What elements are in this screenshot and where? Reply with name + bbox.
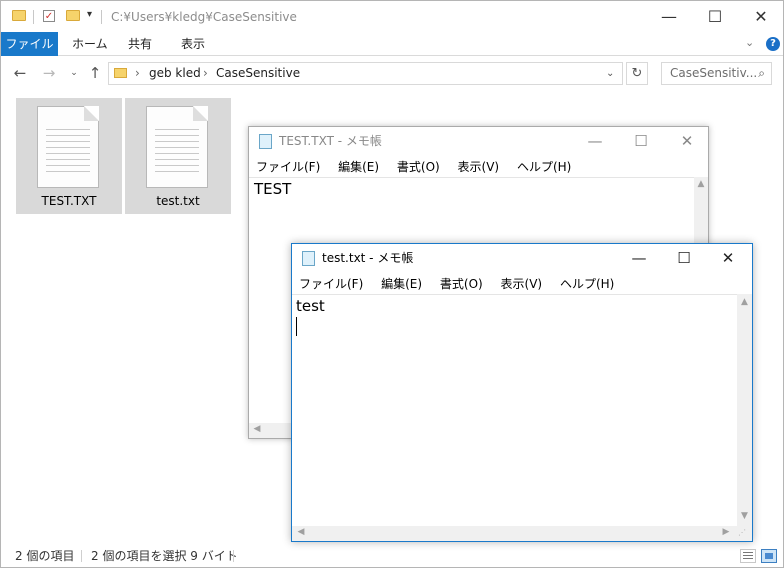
breadcrumb-item[interactable]: geb kled (149, 63, 201, 84)
minimize-button[interactable]: — (646, 1, 692, 32)
ribbon-tabs: ファイル ホーム 共有 表示 ⌄ ? (1, 32, 783, 56)
details-view-icon[interactable] (740, 549, 756, 563)
breadcrumb-item[interactable]: CaseSensitive (216, 63, 300, 84)
page-fold (193, 106, 208, 121)
notepad-menubar: ファイル(F) 編集(E) 書式(O) 表示(V) ヘルプ(H) (256, 157, 706, 177)
notepad-window-lower: test.txt - メモ帳 — ☐ ✕ ファイル(F) 編集(E) 書式(O)… (291, 243, 753, 542)
notepad-titlebar: TEST.TXT - メモ帳 — ☐ ✕ (249, 127, 708, 156)
divider (101, 10, 102, 24)
text-editor[interactable]: test (292, 294, 737, 526)
address-bar[interactable]: › geb kled › CaseSensitive ⌄ (108, 62, 623, 85)
page-fold (84, 106, 99, 121)
minimize-button[interactable]: — (573, 127, 617, 156)
close-button[interactable]: ✕ (738, 1, 784, 32)
scroll-up-icon[interactable]: ▲ (737, 297, 752, 307)
search-placeholder: CaseSensitiv... (670, 66, 758, 80)
customize-quick-access-icon[interactable]: ▾ (87, 9, 92, 20)
search-icon: ⌕ (758, 66, 765, 80)
notepad-title: test.txt - メモ帳 (322, 251, 414, 265)
menu-help[interactable]: ヘルプ(H) (560, 277, 614, 291)
menu-edit[interactable]: 編集(E) (338, 160, 379, 174)
back-icon[interactable]: ← (10, 63, 30, 83)
notepad-menubar: ファイル(F) 編集(E) 書式(O) 表示(V) ヘルプ(H) (299, 274, 749, 294)
menu-file[interactable]: ファイル(F) (299, 277, 363, 291)
explorer-titlebar: ✓ ▾ C:¥Users¥kledg¥CaseSensitive — ☐ ✕ (1, 1, 783, 32)
text-file-icon (37, 106, 99, 188)
folder-icon (114, 68, 127, 78)
resize-grip-icon[interactable]: ⋰ (738, 528, 750, 540)
notepad-icon (259, 134, 272, 149)
notepad-titlebar: test.txt - メモ帳 — ☐ ✕ (292, 244, 752, 273)
refresh-button[interactable]: ↻ (626, 62, 648, 85)
selection-info: 2 個の項目を選択 9 バイト (91, 549, 238, 563)
up-icon[interactable]: ↑ (85, 63, 105, 83)
item-count: 2 個の項目 (15, 549, 75, 563)
properties-icon[interactable]: ✓ (43, 10, 55, 22)
tab-view[interactable]: 表示 (181, 32, 205, 56)
address-history-icon[interactable]: ⌄ (606, 63, 614, 84)
menu-help[interactable]: ヘルプ(H) (517, 160, 571, 174)
menu-file[interactable]: ファイル(F) (256, 160, 320, 174)
scroll-left-icon[interactable]: ◀ (251, 424, 263, 434)
scroll-right-icon[interactable]: ▶ (720, 527, 732, 537)
breadcrumb-separator-icon[interactable]: › (203, 63, 208, 84)
window-title: C:¥Users¥kledg¥CaseSensitive (111, 10, 297, 24)
file-name: TEST.TXT (41, 194, 97, 208)
menu-view[interactable]: 表示(V) (458, 160, 500, 174)
notepad-icon (302, 251, 315, 266)
navigation-bar: ← → ⌄ ↑ › geb kled › CaseSensitive ⌄ ↻ C… (1, 57, 783, 93)
scroll-left-icon[interactable]: ◀ (295, 527, 307, 537)
recent-locations-icon[interactable]: ⌄ (64, 63, 84, 83)
horizontal-scrollbar[interactable]: ◀ ▶ ⋰ (292, 526, 752, 541)
folder-icon (12, 10, 26, 21)
divider (233, 550, 234, 562)
notepad-title: TEST.TXT - メモ帳 (279, 134, 382, 148)
menu-format[interactable]: 書式(O) (397, 160, 440, 174)
new-folder-icon[interactable] (66, 10, 80, 21)
maximize-button[interactable]: ☐ (692, 1, 738, 32)
text-file-icon (146, 106, 208, 188)
tab-home[interactable]: ホーム (72, 32, 108, 56)
status-bar: 2 個の項目 2 個の項目を選択 9 バイト (1, 545, 783, 567)
menu-format[interactable]: 書式(O) (440, 277, 483, 291)
minimize-button[interactable]: — (617, 244, 661, 273)
close-button[interactable]: ✕ (706, 244, 750, 273)
expand-ribbon-icon[interactable]: ⌄ (745, 36, 754, 49)
close-button[interactable]: ✕ (665, 127, 709, 156)
tab-share[interactable]: 共有 (128, 32, 152, 56)
maximize-button[interactable]: ☐ (619, 127, 663, 156)
breadcrumb-separator-icon[interactable]: › (135, 63, 140, 84)
large-icons-view-icon[interactable] (761, 549, 777, 563)
scroll-down-icon[interactable]: ▼ (737, 511, 752, 521)
scroll-up-icon[interactable]: ▲ (694, 179, 708, 189)
file-item[interactable]: TEST.TXT (16, 98, 122, 214)
text-cursor (296, 317, 297, 336)
menu-view[interactable]: 表示(V) (501, 277, 543, 291)
search-input[interactable]: CaseSensitiv... ⌕ (661, 62, 772, 85)
forward-icon[interactable]: → (39, 63, 59, 83)
file-name: test.txt (156, 194, 200, 208)
editor-content: TEST (254, 180, 292, 198)
maximize-button[interactable]: ☐ (662, 244, 706, 273)
vertical-scrollbar[interactable]: ▲ ▼ (737, 294, 752, 526)
help-icon[interactable]: ? (766, 37, 780, 51)
menu-edit[interactable]: 編集(E) (381, 277, 422, 291)
file-item[interactable]: test.txt (125, 98, 231, 214)
tab-file[interactable]: ファイル (1, 32, 58, 56)
editor-content: test (296, 297, 325, 315)
divider (33, 10, 34, 24)
divider (81, 550, 82, 562)
